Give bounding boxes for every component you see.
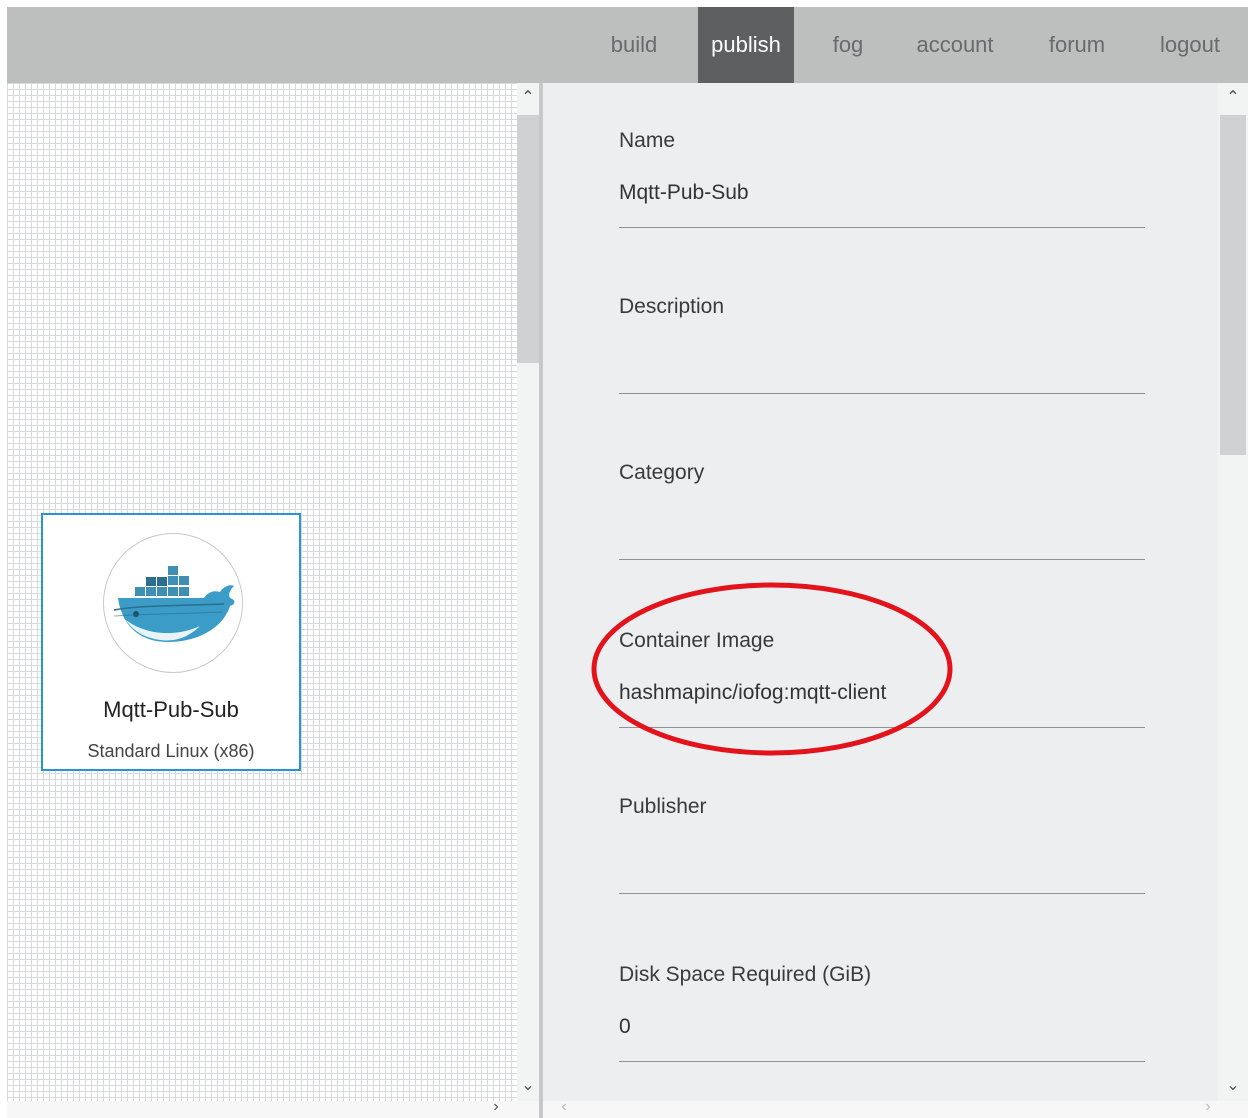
name-input[interactable]: Mqtt-Pub-Sub [619,181,749,205]
scrollbar-thumb[interactable] [517,115,539,363]
nav-publish[interactable]: publish [698,7,794,83]
top-nav: build publish fog account forum logout [7,7,1248,83]
node-title: Mqtt-Pub-Sub [103,697,239,722]
form-horizontal-scrollbar[interactable]: ‹ › [543,1098,1248,1118]
app-window: build publish fog account forum logout M… [7,7,1248,1118]
scroll-down-icon[interactable]: ⌄ [517,1075,539,1095]
field-underline [619,227,1145,228]
scroll-left-icon[interactable]: ‹ [553,1098,575,1116]
field-underline [619,727,1145,728]
scroll-up-icon[interactable]: ⌃ [1222,87,1244,107]
field-underline [619,393,1145,394]
disk-space-input[interactable]: 0 [619,1015,631,1039]
scrollbar-thumb[interactable] [1220,115,1246,455]
canvas-vertical-scrollbar[interactable]: ⌃ ⌄ [517,83,539,1101]
nav-forum[interactable]: forum [1037,7,1117,83]
scroll-down-icon[interactable]: ⌄ [1222,1075,1244,1095]
scroll-right-icon[interactable]: › [485,1098,507,1116]
publish-form-panel: Name Mqtt-Pub-Sub Description Category C… [543,83,1218,1118]
node-platform: Standard Linux (x86) [87,741,255,761]
field-label: Disk Space Required (GiB) [619,963,872,986]
scroll-up-icon[interactable]: ⌃ [517,87,539,107]
field-label: Container Image [619,629,775,652]
docker-whale-icon [103,533,243,673]
nav-fog[interactable]: fog [819,7,877,83]
nav-build[interactable]: build [597,7,671,83]
field-underline [619,893,1145,894]
field-label: Description [619,295,725,318]
form-vertical-scrollbar[interactable]: ⌃ ⌄ [1218,83,1248,1101]
nav-account[interactable]: account [905,7,1005,83]
container-image-input[interactable]: hashmapinc/iofog:mqtt-client [619,681,886,705]
canvas-horizontal-scrollbar[interactable]: › [7,1098,539,1118]
field-label: Publisher [619,795,707,818]
nav-logout[interactable]: logout [1147,7,1233,83]
node-card[interactable]: Mqtt-Pub-Sub Standard Linux (x86) [41,513,301,771]
scroll-right-icon[interactable]: › [1197,1098,1219,1116]
field-label: Name [619,129,676,152]
field-underline [619,1061,1145,1062]
flow-canvas[interactable]: Mqtt-Pub-Sub Standard Linux (x86) [7,83,517,1101]
field-label: Category [619,461,705,484]
field-underline [619,559,1145,560]
